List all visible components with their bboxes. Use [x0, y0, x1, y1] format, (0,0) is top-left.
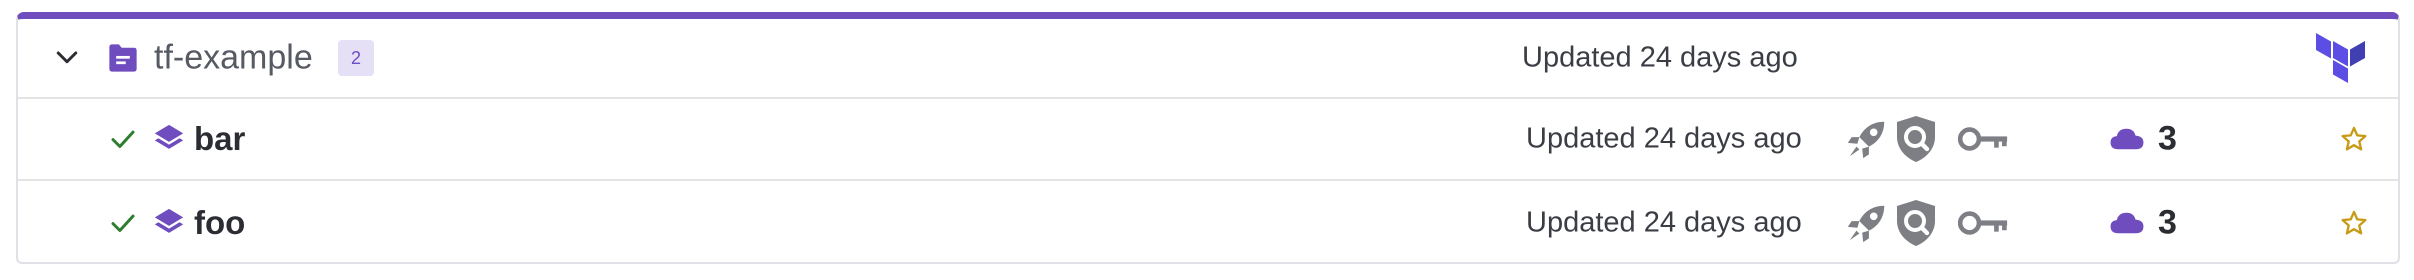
workspace-count-badge: 2 [338, 40, 374, 76]
layers-icon [154, 124, 184, 149]
workspace-updated-text: Updated 24 days ago [1526, 206, 1802, 239]
group-header-row[interactable]: tf-example 2 Updated 24 days ago [18, 19, 2398, 97]
cloud-icon [2110, 212, 2144, 234]
workspace-name[interactable]: foo [194, 204, 245, 242]
check-icon [111, 214, 135, 232]
workspace-group-card: tf-example 2 Updated 24 days ago bar Upd… [16, 12, 2400, 264]
layers-icon [154, 208, 184, 233]
star-icon[interactable] [2340, 209, 2368, 237]
group-updated-text: Updated 24 days ago [1522, 41, 1798, 74]
shield-search-icon[interactable] [1896, 115, 1936, 163]
resource-count: 3 [2158, 119, 2177, 158]
cloud-icon [2110, 128, 2144, 150]
workspace-row[interactable]: bar Updated 24 days ago 3 [18, 97, 2398, 181]
group-name[interactable]: tf-example [154, 39, 313, 78]
star-icon[interactable] [2340, 125, 2368, 153]
resource-count: 3 [2158, 203, 2177, 242]
folder-icon [109, 44, 137, 72]
rocket-icon[interactable] [1844, 200, 1890, 246]
terraform-logo [2316, 33, 2365, 83]
check-icon [111, 130, 135, 148]
workspace-updated-text: Updated 24 days ago [1526, 122, 1802, 155]
rocket-icon[interactable] [1844, 116, 1890, 162]
workspace-row[interactable]: foo Updated 24 days ago 3 [18, 181, 2398, 265]
key-icon[interactable] [1958, 124, 2010, 154]
chevron-down-icon[interactable] [52, 43, 82, 73]
key-icon[interactable] [1958, 208, 2010, 238]
shield-search-icon[interactable] [1896, 199, 1936, 247]
workspace-name[interactable]: bar [194, 120, 245, 158]
